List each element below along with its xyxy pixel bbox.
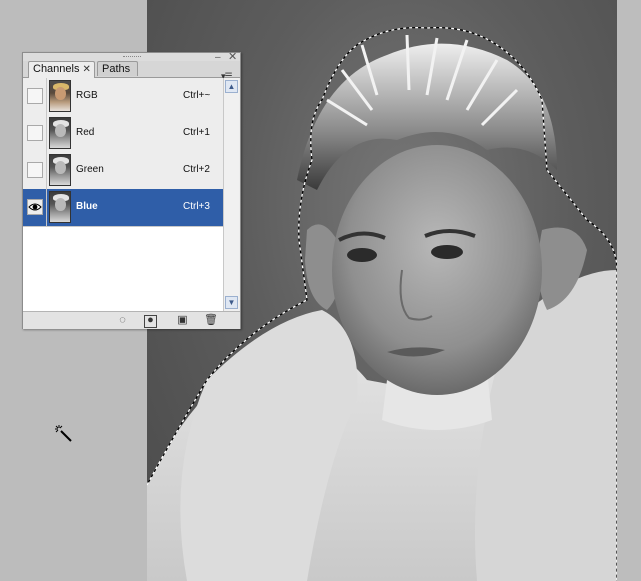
eye-icon [28,203,42,211]
channel-shortcut: Ctrl+2 [183,164,210,175]
visibility-toggle[interactable] [27,162,43,178]
channel-row-blue[interactable]: Blue Ctrl+3 [23,189,223,227]
new-channel-icon[interactable]: ▣ [176,314,189,327]
magic-wand-icon [55,425,72,442]
panel-title-bar[interactable]: – ✕ [23,52,240,63]
channels-panel: – ✕ Channels ✕ Paths ▾☰ RGB Ctrl+~ Red Ct… [22,52,241,329]
scroll-up-arrow-icon[interactable]: ▲ [225,80,238,93]
row-divider [46,78,47,115]
row-divider [46,115,47,152]
channel-thumbnail [49,117,71,149]
channel-name: Red [76,127,95,138]
tab-close-icon[interactable]: ✕ [82,64,90,75]
save-selection-icon[interactable]: ● [144,315,157,328]
tab-paths[interactable]: Paths [97,61,138,76]
channel-thumbnail [49,80,71,112]
channel-row-green[interactable]: Green Ctrl+2 [23,152,223,190]
channel-shortcut: Ctrl+3 [183,201,210,212]
channel-row-red[interactable]: Red Ctrl+1 [23,115,223,153]
load-selection-icon[interactable]: ◌ [116,314,129,327]
visibility-toggle[interactable] [27,125,43,141]
channel-name: Green [76,164,104,175]
panel-tab-strip: Channels ✕ Paths ▾☰ [23,61,240,81]
channel-thumbnail [49,191,71,223]
tab-paths-label: Paths [102,63,131,75]
trash-icon[interactable]: 🗑 [204,314,218,327]
channel-list: RGB Ctrl+~ Red Ctrl+1 Green Ctrl+2 Blue … [23,78,223,311]
tab-channels-label: Channels [33,63,80,75]
channel-shortcut: Ctrl+1 [183,127,210,138]
tab-channels[interactable]: Channels ✕ [28,61,95,78]
workspace-gutter [617,0,641,581]
panel-footer: ◌ ● ▣ 🗑 [23,311,240,329]
visibility-toggle[interactable] [27,88,43,104]
channel-list-scrollbar[interactable]: ▲ ▼ [223,78,239,311]
row-divider [46,152,47,189]
channel-shortcut: Ctrl+~ [183,90,211,101]
channel-thumbnail [49,154,71,186]
row-divider [46,189,47,226]
scroll-down-arrow-icon[interactable]: ▼ [225,296,238,309]
channel-row-rgb[interactable]: RGB Ctrl+~ [23,78,223,116]
channel-name: Blue [76,201,98,212]
channel-name: RGB [76,90,98,101]
panel-grip[interactable] [123,56,141,59]
visibility-toggle[interactable] [27,199,43,215]
